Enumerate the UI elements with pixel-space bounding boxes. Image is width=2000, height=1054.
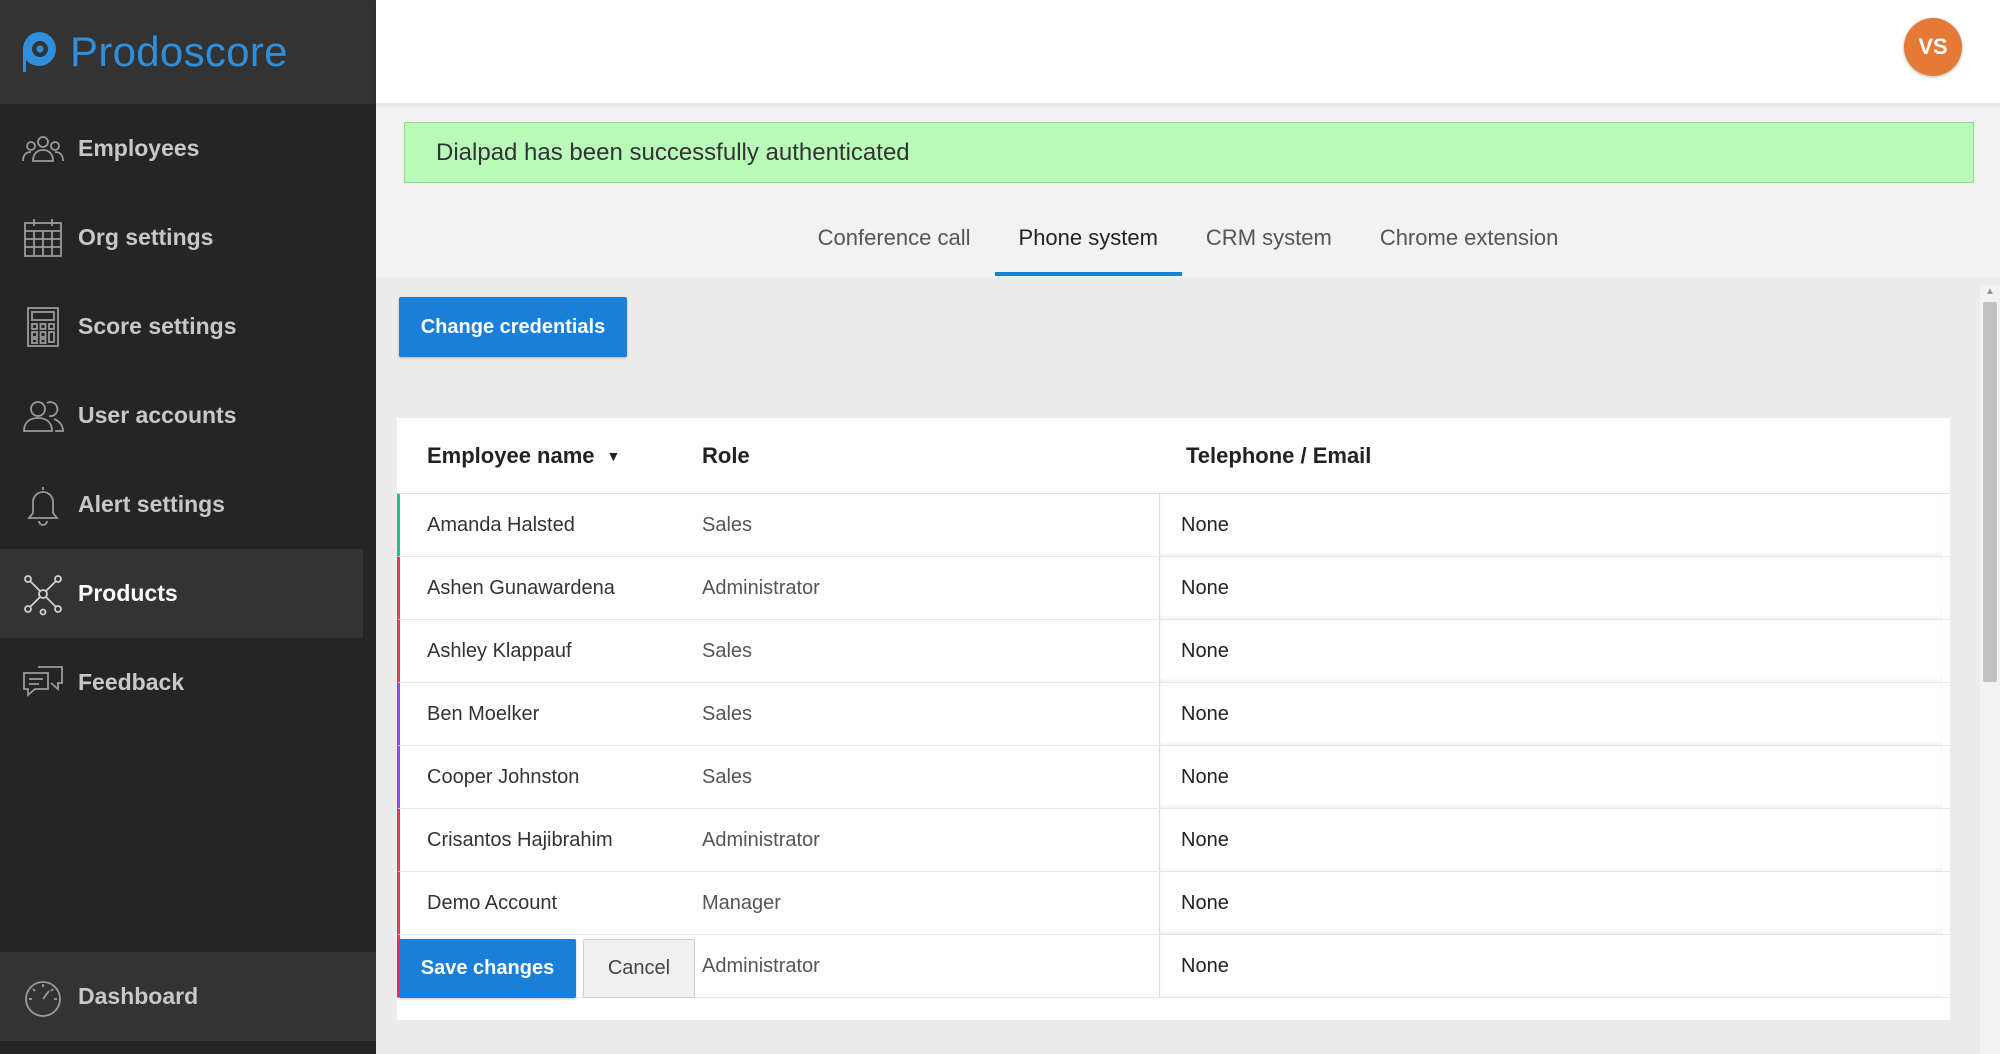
- bell-icon: [20, 482, 66, 528]
- table-header: Employee name ▼ Role Telephone / Email: [397, 418, 1950, 494]
- telephone-input[interactable]: None: [1159, 683, 1942, 745]
- sidebar-item-dashboard[interactable]: Dashboard: [0, 952, 376, 1041]
- save-changes-button[interactable]: Save changes: [399, 939, 576, 998]
- sidebar-item-label: Alert settings: [78, 491, 225, 517]
- scrollbar-thumb[interactable]: [1983, 302, 1997, 682]
- employee-name-cell: Ashen Gunawardena: [427, 576, 615, 599]
- alert-message: Dialpad has been successfully authentica…: [436, 138, 910, 166]
- table-row: Crisantos Hajibrahim Administrator None: [397, 809, 1950, 872]
- column-header-telephone-email: Telephone / Email: [1186, 442, 1372, 468]
- sidebar-item-alert-settings[interactable]: Alert settings: [0, 460, 376, 549]
- gauge-icon: [20, 974, 66, 1020]
- table-row: Ben Moelker Sales None: [397, 683, 1950, 746]
- sidebar-item-score-settings[interactable]: Score settings: [0, 282, 376, 371]
- sidebar-item-products[interactable]: Products: [0, 549, 363, 638]
- employee-table: Employee name ▼ Role Telephone / Email A…: [397, 418, 1950, 1020]
- telephone-input[interactable]: None: [1159, 872, 1942, 934]
- sidebar-item-label: Products: [78, 580, 178, 606]
- employee-name-cell: Ben Moelker: [427, 702, 540, 725]
- chat-icon: [20, 660, 66, 706]
- table-row: Demo Account Manager None: [397, 872, 1950, 935]
- sidebar-item-label: Feedback: [78, 669, 185, 695]
- telephone-input[interactable]: None: [1159, 557, 1942, 619]
- network-icon: [20, 571, 66, 617]
- sidebar-item-employees[interactable]: Employees: [0, 104, 376, 193]
- calculator-icon: [20, 304, 66, 350]
- employee-name-cell: Ashley Klappauf: [427, 639, 572, 662]
- success-alert: Dialpad has been successfully authentica…: [404, 122, 1974, 183]
- sidebar-item-user-accounts[interactable]: User accounts: [0, 371, 376, 460]
- sidebar-item-label: Org settings: [78, 224, 214, 250]
- sidebar-nav: Employees Org settings Score settings Us…: [0, 104, 376, 727]
- top-header: VS: [376, 0, 2000, 103]
- employee-name-cell: Demo Account: [427, 891, 558, 914]
- calendar-icon: [20, 215, 66, 261]
- table-row: Ashen Gunawardena Administrator None: [397, 557, 1950, 620]
- table-row: Amanda Halsted Sales None: [397, 494, 1950, 557]
- column-header-role: Role: [702, 442, 750, 468]
- sidebar-item-label: User accounts: [78, 402, 237, 428]
- tab-phone-system[interactable]: Phone system: [994, 200, 1183, 276]
- sort-down-icon[interactable]: ▼: [607, 448, 621, 464]
- role-cell: Administrator: [702, 576, 820, 599]
- employees-icon: [20, 126, 66, 172]
- sidebar: Prodoscore Employees Org settings Score …: [0, 0, 376, 1054]
- role-cell: Sales: [702, 513, 753, 536]
- logo[interactable]: Prodoscore: [0, 0, 376, 104]
- telephone-input[interactable]: None: [1159, 494, 1942, 556]
- product-tabs: Conference call Phone system CRM system …: [376, 200, 2000, 276]
- role-cell: Administrator: [702, 954, 820, 977]
- role-cell: Sales: [702, 639, 753, 662]
- tab-chrome-extension[interactable]: Chrome extension: [1356, 200, 1583, 276]
- table-row: Cooper Johnston Sales None: [397, 746, 1950, 809]
- sidebar-item-feedback[interactable]: Feedback: [0, 638, 376, 727]
- column-header-employee-name[interactable]: Employee name ▼: [397, 443, 702, 469]
- avatar[interactable]: VS: [1904, 18, 1962, 76]
- brand-name: Prodoscore: [70, 28, 288, 75]
- sidebar-item-org-settings[interactable]: Org settings: [0, 193, 376, 282]
- role-cell: Manager: [702, 891, 781, 914]
- change-credentials-button[interactable]: Change credentials: [399, 297, 627, 357]
- telephone-input[interactable]: None: [1159, 620, 1942, 682]
- sidebar-item-label: Dashboard: [78, 983, 199, 1009]
- sidebar-item-label: Score settings: [78, 313, 237, 339]
- users-icon: [20, 393, 66, 439]
- cancel-button[interactable]: Cancel: [583, 939, 695, 998]
- role-cell: Sales: [702, 702, 753, 725]
- telephone-input[interactable]: None: [1159, 746, 1942, 808]
- employee-name-cell: Crisantos Hajibrahim: [427, 828, 613, 851]
- column-label: Employee name: [427, 442, 595, 468]
- sidebar-item-label: Employees: [78, 135, 200, 161]
- employee-name-cell: Cooper Johnston: [427, 765, 580, 788]
- tab-crm-system[interactable]: CRM system: [1182, 200, 1356, 276]
- role-cell: Sales: [702, 765, 753, 788]
- telephone-input[interactable]: None: [1159, 935, 1942, 997]
- prodoscore-logo-icon: [23, 32, 56, 72]
- role-cell: Administrator: [702, 828, 820, 851]
- telephone-input[interactable]: None: [1159, 809, 1942, 871]
- employee-name-cell: Amanda Halsted: [427, 513, 575, 536]
- table-row: Ashley Klappauf Sales None: [397, 620, 1950, 683]
- tab-conference-call[interactable]: Conference call: [794, 200, 995, 276]
- scroll-up-arrow-icon[interactable]: ▲: [1983, 286, 1997, 298]
